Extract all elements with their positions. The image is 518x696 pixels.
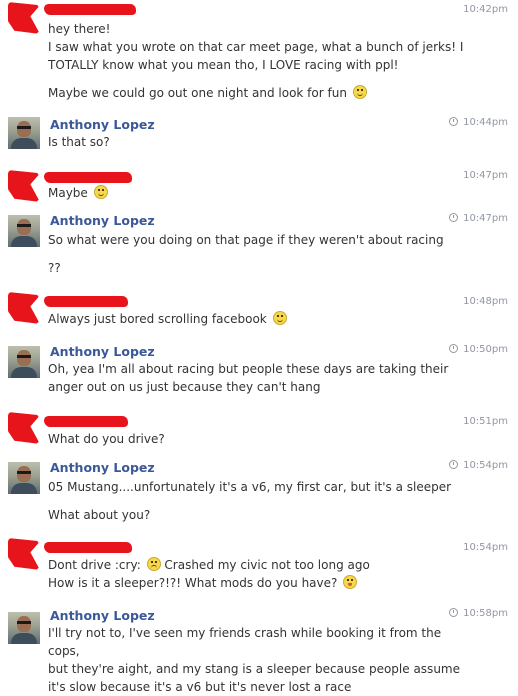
redacted-sender-name bbox=[44, 416, 128, 427]
avatar-anthony-lopez[interactable] bbox=[8, 117, 40, 149]
clock-icon bbox=[449, 608, 459, 617]
redacted-sender-name bbox=[44, 172, 132, 183]
sender-name[interactable]: Anthony Lopez bbox=[50, 344, 155, 359]
message-timestamp: 10:47pm bbox=[449, 213, 508, 224]
avatar-redacted[interactable] bbox=[8, 538, 40, 570]
message-text: Is that so? bbox=[48, 135, 110, 149]
smile-emoji-icon bbox=[93, 185, 108, 199]
message-text: hey there! I saw what you wrote on that … bbox=[48, 22, 464, 100]
message-text: Dont drive :cry: Crashed my civic not to… bbox=[48, 557, 370, 590]
message-text: 05 Mustang....unfortunately it's a v6, m… bbox=[48, 480, 452, 522]
message-timestamp: 10:44pm bbox=[449, 117, 508, 128]
smile-emoji-icon bbox=[272, 311, 287, 325]
redacted-sender-name bbox=[44, 4, 136, 15]
avatar-anthony-lopez[interactable] bbox=[8, 346, 40, 378]
message-text: Maybe bbox=[48, 184, 468, 202]
clock-icon bbox=[449, 344, 459, 353]
clock-icon bbox=[449, 117, 459, 126]
redacted-sender-name bbox=[44, 542, 132, 553]
avatar-redacted[interactable] bbox=[8, 170, 40, 202]
avatar-anthony-lopez[interactable] bbox=[8, 612, 40, 644]
message-timestamp: 10:51pm bbox=[463, 416, 508, 427]
frown-emoji-icon bbox=[146, 557, 161, 571]
sender-name[interactable]: Anthony Lopez bbox=[50, 213, 155, 228]
sender-name[interactable]: Anthony Lopez bbox=[50, 117, 155, 132]
sender-name[interactable]: Anthony Lopez bbox=[50, 460, 155, 475]
clock-icon bbox=[449, 213, 459, 222]
clock-icon bbox=[449, 460, 459, 469]
avatar-redacted[interactable] bbox=[8, 412, 40, 444]
message-timestamp: 10:42pm bbox=[463, 4, 508, 15]
message-timestamp: 10:48pm bbox=[463, 296, 508, 307]
sender-name[interactable]: Anthony Lopez bbox=[50, 608, 155, 623]
message-text: So what were you doing on that page if t… bbox=[48, 233, 444, 275]
message-text: Oh, yea I'm all about racing but people … bbox=[48, 362, 449, 394]
message-timestamp: 10:58pm bbox=[449, 608, 508, 619]
tongue-emoji-icon bbox=[343, 575, 358, 589]
avatar-anthony-lopez[interactable] bbox=[8, 462, 40, 494]
smile-emoji-icon bbox=[352, 85, 367, 99]
redacted-sender-name bbox=[44, 296, 128, 307]
message-timestamp: 10:50pm bbox=[449, 344, 508, 355]
message-timestamp: 10:54pm bbox=[463, 542, 508, 553]
avatar-anthony-lopez[interactable] bbox=[8, 215, 40, 247]
avatar-redacted[interactable] bbox=[8, 2, 40, 34]
message-timestamp: 10:47pm bbox=[463, 170, 508, 181]
message-text: Always just bored scrolling facebook bbox=[48, 310, 468, 328]
message-text: What do you drive? bbox=[48, 432, 165, 446]
message-text: I'll try not to, I've seen my friends cr… bbox=[48, 626, 460, 694]
avatar-redacted[interactable] bbox=[8, 292, 40, 324]
message-timestamp: 10:54pm bbox=[449, 460, 508, 471]
